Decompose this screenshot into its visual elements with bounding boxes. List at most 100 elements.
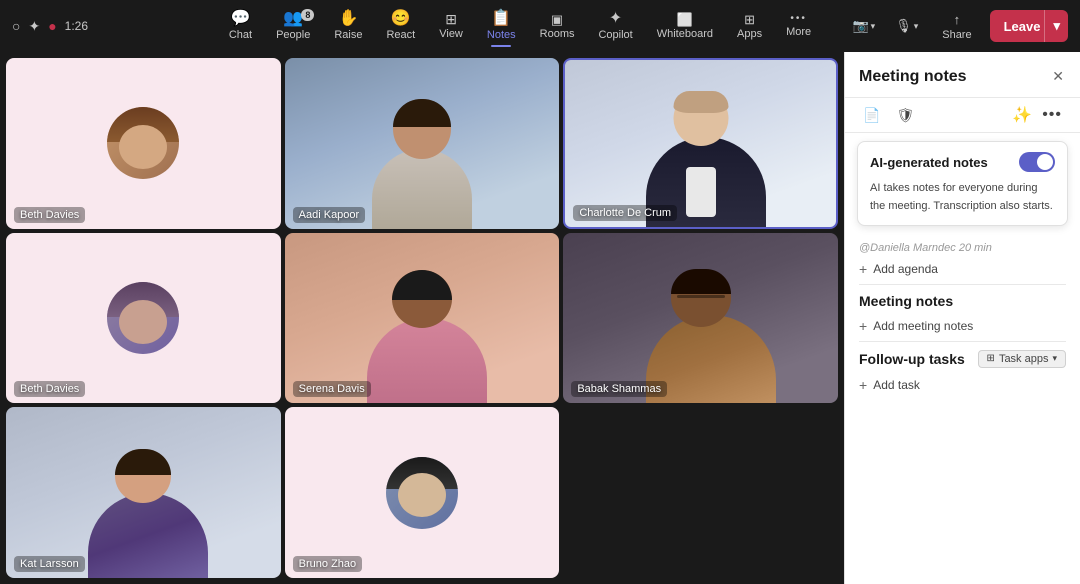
video-cell-babak: Babak Shammas: [563, 233, 838, 404]
top-bar-left: ○ ✦ ● 1:26: [12, 18, 132, 35]
video-cell-beth-davies: Beth Davies: [6, 58, 281, 229]
video-cell-bruno: Bruno Zhao: [285, 407, 560, 578]
nav-apps[interactable]: ⊞ Apps: [727, 9, 772, 44]
video-cell-charlotte: Charlotte De Crum: [563, 58, 838, 229]
add-task-row[interactable]: + Add task: [859, 374, 1066, 396]
participant-name-babak: Babak Shammas: [571, 381, 667, 397]
meeting-notes-section-title: Meeting notes: [859, 293, 1066, 309]
chat-icon: 💬: [231, 11, 251, 27]
participant-name-beth2: Beth Davies: [14, 381, 85, 397]
nav-whiteboard[interactable]: ⬜ Whiteboard: [647, 9, 723, 44]
camera-icon: 📷: [852, 18, 868, 34]
notes-sparkle-icon[interactable]: ✨: [1012, 105, 1032, 125]
nav-notes-label: Notes: [487, 29, 516, 41]
view-icon: ⊞: [445, 12, 457, 26]
people-badge: 8: [301, 9, 314, 21]
ai-toggle-label: AI-generated notes: [870, 155, 988, 170]
mic-icon: 🎙: [895, 18, 912, 34]
nav-people-label: People: [276, 29, 310, 41]
leave-button-label: Leave: [1004, 19, 1045, 34]
top-bar: ○ ✦ ● 1:26 💬 Chat 👥 People 8 ✋ Raise 😊 R…: [0, 0, 1080, 52]
nav-whiteboard-label: Whiteboard: [657, 28, 713, 40]
notes-toolbar-right: ✨ •••: [1012, 104, 1066, 126]
nav-rooms[interactable]: ▣ Rooms: [530, 9, 585, 44]
notes-panel-header: Meeting notes ✕: [845, 52, 1080, 98]
add-agenda-plus-icon: +: [859, 261, 867, 277]
nav-share[interactable]: ↑ Share: [932, 8, 981, 45]
notes-more-icon[interactable]: •••: [1038, 104, 1066, 126]
raise-icon: ✋: [338, 11, 358, 27]
nav-rooms-label: Rooms: [540, 28, 575, 40]
video-cell-serena: Serena Davis: [285, 233, 560, 404]
nav-share-label: Share: [942, 29, 971, 41]
notes-toolbar-left: 📄 🛡: [859, 105, 918, 126]
nav-bar: 💬 Chat 👥 People 8 ✋ Raise 😊 React ⊞ View…: [132, 7, 908, 45]
participant-name-aadi: Aadi Kapoor: [293, 207, 366, 223]
video-cell-beth2: Beth Davies: [6, 233, 281, 404]
ai-tooltip-header: AI-generated notes: [870, 152, 1055, 172]
nav-react-label: React: [386, 29, 415, 41]
task-apps-button[interactable]: ⊞ Task apps ▾: [978, 350, 1066, 368]
nav-chat[interactable]: 💬 Chat: [219, 7, 262, 45]
add-agenda-row[interactable]: + Add agenda: [859, 258, 1066, 280]
video-cell-kat: Kat Larsson: [6, 407, 281, 578]
avatar-beth: [107, 107, 179, 179]
participant-name-serena: Serena Davis: [293, 381, 371, 397]
nav-people[interactable]: 👥 People 8: [266, 7, 320, 45]
camera-arrow: ▾: [871, 21, 876, 32]
nav-mic[interactable]: 🎙 ▾: [889, 14, 924, 38]
add-task-label: Add task: [873, 378, 920, 392]
leave-dropdown-arrow[interactable]: ▾: [1045, 10, 1068, 42]
divider-1: [859, 284, 1066, 285]
divider-2: [859, 341, 1066, 342]
top-bar-right: 📷 ▾ 🎙 ▾ ↑ Share Leave ▾: [908, 8, 1068, 45]
nav-notes[interactable]: 📋 Notes: [477, 7, 526, 45]
record-icon: ●: [48, 18, 56, 34]
nav-camera[interactable]: 📷 ▾: [846, 14, 881, 38]
ai-notes-tooltip: AI-generated notes AI takes notes for ev…: [857, 141, 1068, 226]
nav-view[interactable]: ⊞ View: [429, 8, 473, 44]
ai-toggle-switch[interactable]: [1019, 152, 1055, 172]
video-grid: Beth Davies Aadi Kapoor: [0, 52, 844, 584]
participant-name-beth: Beth Davies: [14, 207, 85, 223]
nav-copilot[interactable]: ✦ Copilot: [588, 7, 642, 45]
notes-icon: 📋: [491, 11, 511, 27]
toggle-knob: [1037, 154, 1053, 170]
task-apps-label: Task apps: [999, 353, 1049, 365]
notes-close-button[interactable]: ✕: [1050, 66, 1066, 87]
participant-name-kat: Kat Larsson: [14, 556, 85, 572]
add-meeting-notes-label: Add meeting notes: [873, 319, 973, 333]
nav-chat-label: Chat: [229, 29, 252, 41]
nav-raise-label: Raise: [334, 29, 362, 41]
agenda-blurred-item: @Daniella Marndec 20 min: [859, 242, 1066, 254]
notes-doc-icon[interactable]: 📄: [859, 105, 884, 126]
mic-arrow: ▾: [914, 21, 919, 32]
add-meeting-notes-row[interactable]: + Add meeting notes: [859, 315, 1066, 337]
video-cell-aadi: Aadi Kapoor: [285, 58, 560, 229]
add-agenda-label: Add agenda: [873, 262, 938, 276]
nav-more[interactable]: ••• More: [776, 10, 821, 42]
main-area: Beth Davies Aadi Kapoor: [0, 52, 1080, 584]
task-apps-grid-icon: ⊞: [987, 353, 995, 364]
nav-apps-label: Apps: [737, 28, 762, 40]
add-task-plus-icon: +: [859, 377, 867, 393]
participant-name-bruno: Bruno Zhao: [293, 556, 362, 572]
share-icon: ↑: [954, 12, 961, 27]
timer-display: 1:26: [65, 19, 88, 33]
nav-raise[interactable]: ✋ Raise: [324, 7, 372, 45]
notes-shield-icon[interactable]: 🛡: [892, 105, 918, 126]
sparkle-nav-icon: ✦: [28, 18, 40, 35]
add-meeting-notes-plus-icon: +: [859, 318, 867, 334]
copilot-icon: ✦: [609, 11, 622, 27]
leave-button[interactable]: Leave ▾: [990, 10, 1068, 42]
nav-more-label: More: [786, 26, 811, 38]
participant-name-charlotte: Charlotte De Crum: [573, 205, 677, 221]
whiteboard-icon: ⬜: [677, 13, 693, 26]
apps-icon: ⊞: [744, 13, 755, 26]
notes-content: @Daniella Marndec 20 min + Add agenda Me…: [845, 234, 1080, 584]
nav-copilot-label: Copilot: [598, 29, 632, 41]
follow-up-header: Follow-up tasks ⊞ Task apps ▾: [859, 350, 1066, 368]
nav-react[interactable]: 😊 React: [376, 7, 425, 45]
task-apps-arrow: ▾: [1052, 353, 1057, 364]
follow-up-section-title: Follow-up tasks: [859, 351, 965, 367]
